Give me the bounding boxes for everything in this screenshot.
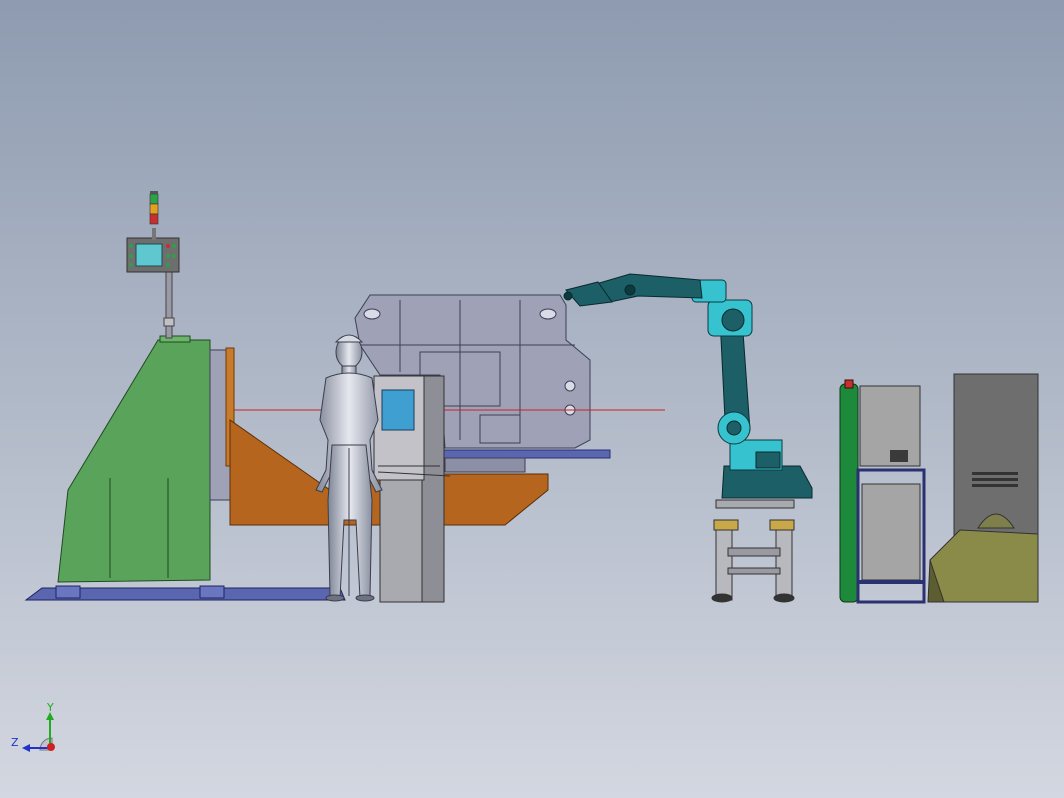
control-pole xyxy=(165,269,173,339)
tower-light-pole xyxy=(152,228,156,240)
gas-cylinder-valve xyxy=(844,379,854,389)
tower-light-segment xyxy=(149,193,159,205)
axis-label-z: Z xyxy=(11,736,19,749)
panel-button[interactable] xyxy=(129,254,133,258)
robot-base-detail xyxy=(755,451,781,469)
control-pole-clamp xyxy=(163,317,175,327)
tower-light-segment xyxy=(149,213,159,225)
panel-button[interactable] xyxy=(129,244,133,248)
cad-viewport[interactable]: Y Z xyxy=(0,0,1064,798)
axis-label-y: Y xyxy=(46,701,54,714)
panel-button[interactable] xyxy=(172,244,176,248)
operator-cabinet-door xyxy=(421,375,445,603)
fixture-rail xyxy=(439,449,611,459)
positioner-stand-cap xyxy=(159,335,191,343)
operator-cabinet xyxy=(379,477,425,603)
hmi-screen[interactable] xyxy=(135,243,163,267)
tower-light-cap xyxy=(150,191,158,194)
panel-button[interactable] xyxy=(172,254,176,258)
positioner-foot-left xyxy=(55,585,81,599)
panel-button[interactable] xyxy=(166,254,170,258)
robot-joint-3 xyxy=(721,308,745,332)
panel-button[interactable] xyxy=(166,244,170,248)
power-source-display xyxy=(890,450,908,462)
gas-cylinder xyxy=(839,383,859,603)
panel-button[interactable] xyxy=(129,263,133,267)
tower-light xyxy=(149,191,159,225)
assembly-scene: Y Z xyxy=(0,0,1064,798)
cart-shelf xyxy=(858,580,924,584)
operator-monitor xyxy=(381,389,415,431)
positioner-foot-right xyxy=(199,585,225,599)
wire-feeder xyxy=(861,483,921,581)
robot-base xyxy=(721,465,813,499)
tower-light-segment xyxy=(149,203,159,215)
cabinet-vent xyxy=(972,472,1018,487)
fixture-support xyxy=(444,457,526,473)
panel-button[interactable] xyxy=(166,263,170,267)
